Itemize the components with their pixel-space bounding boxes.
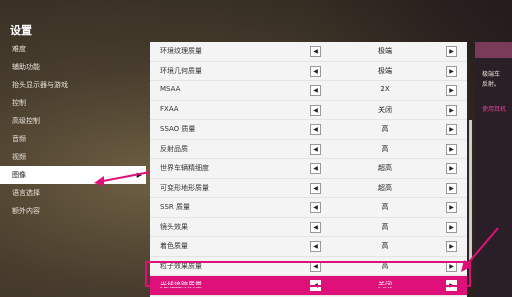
annotation-arrow-line: [463, 227, 499, 269]
annotation-arrow-line: [97, 171, 151, 183]
annotation-arrows: [94, 171, 499, 272]
annotation-arrowhead: [94, 176, 104, 186]
